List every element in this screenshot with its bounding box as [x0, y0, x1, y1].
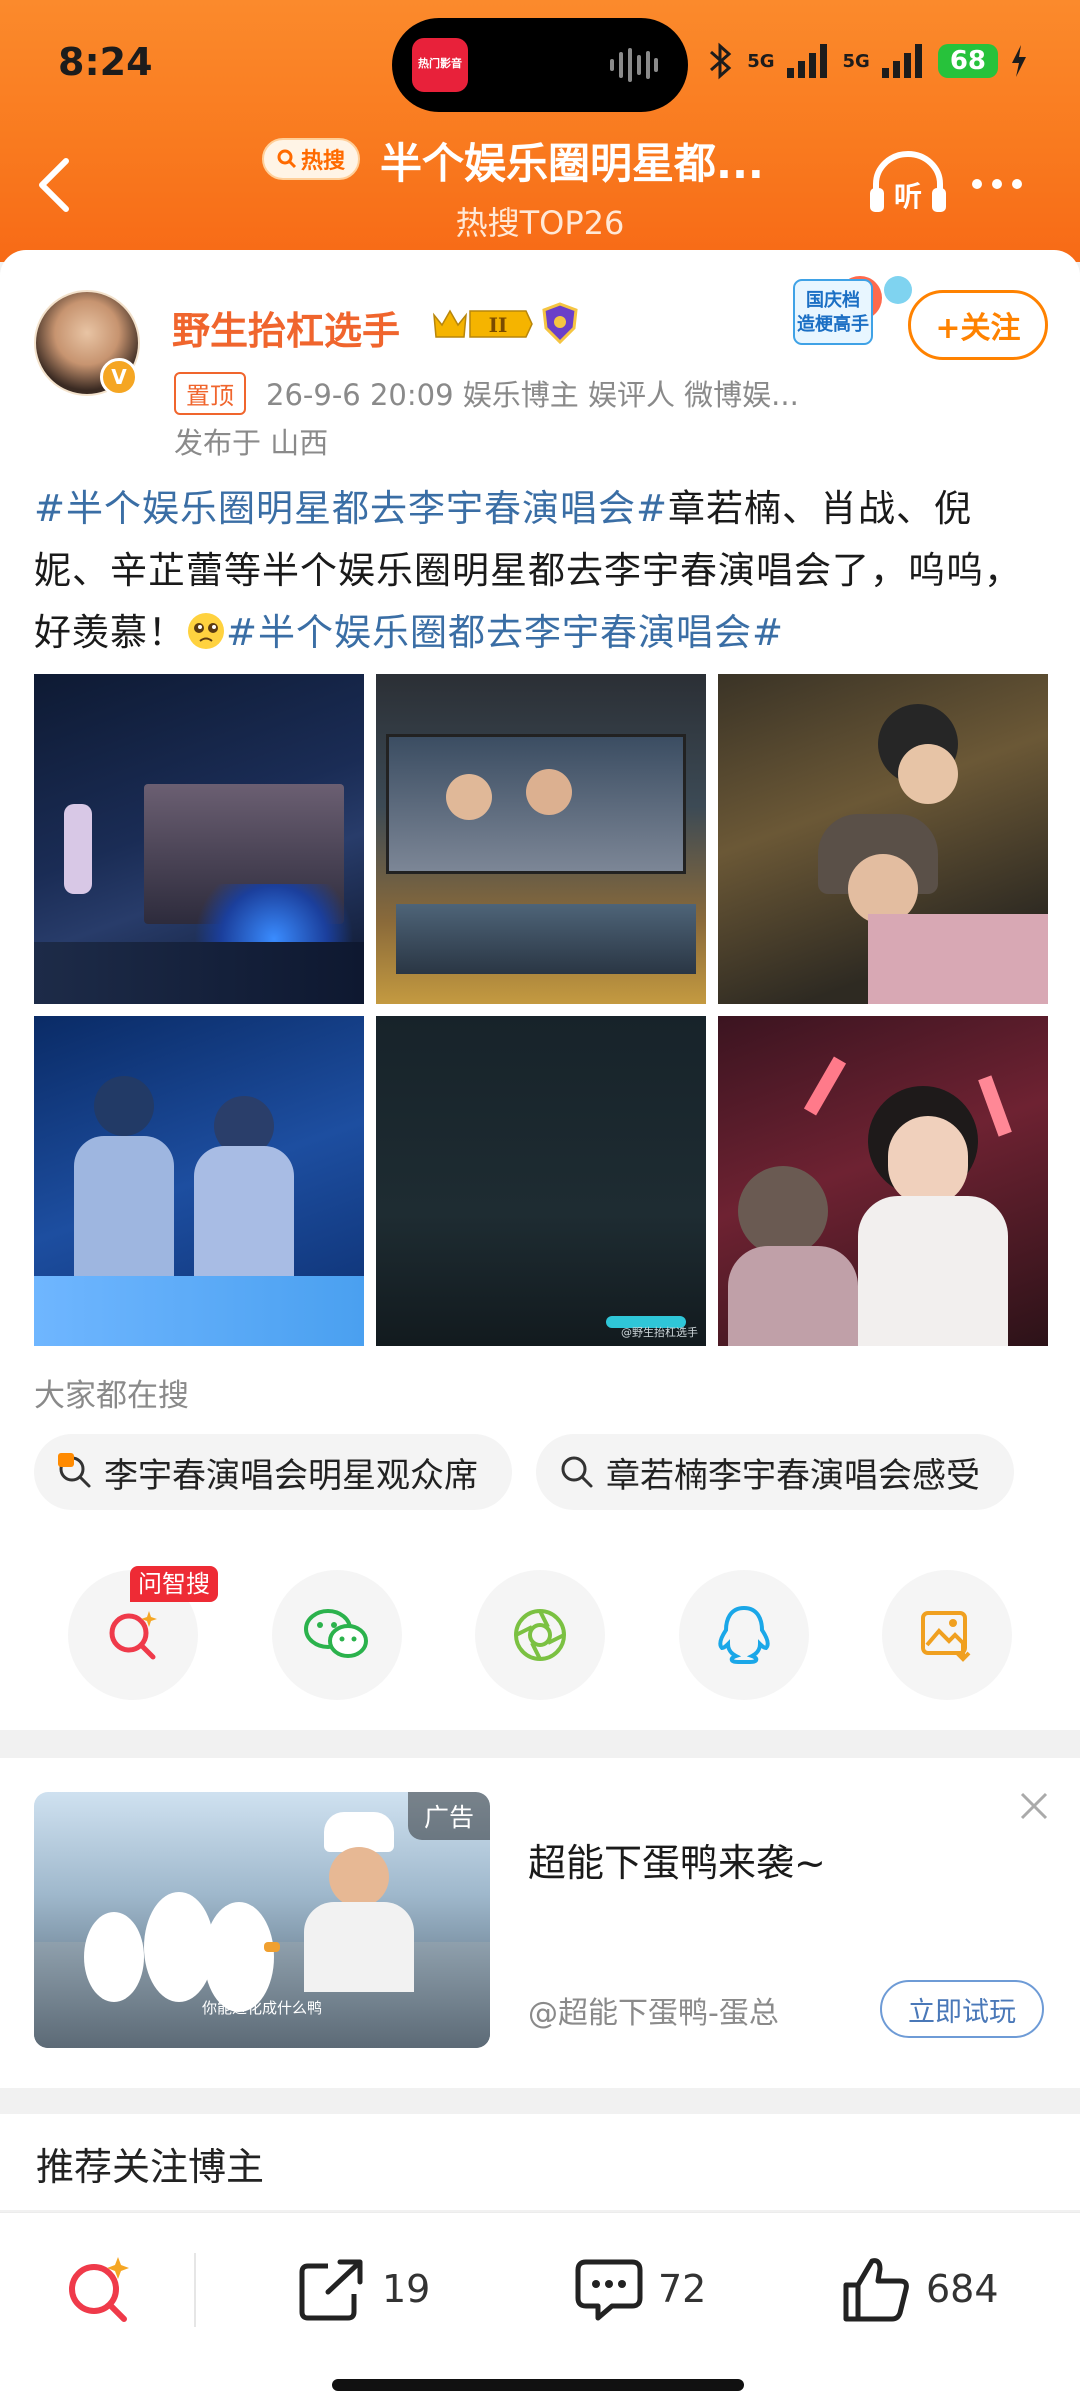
- save-image-button[interactable]: [882, 1570, 1012, 1700]
- recommend-section: 推荐关注博主: [0, 2114, 1080, 2210]
- teary-face-icon: [188, 613, 224, 649]
- signal-bars-icon: [786, 44, 827, 78]
- comment-count: 72: [658, 2267, 707, 2311]
- ad-tag: 广告: [407, 1792, 490, 1840]
- forward-button[interactable]: 19: [298, 2249, 430, 2329]
- qq-icon: [718, 1605, 770, 1664]
- charging-icon: [1012, 45, 1026, 77]
- concert-photo-2[interactable]: [376, 674, 706, 1004]
- signal-bars-icon: [881, 44, 922, 78]
- bottom-action-bar: 19 72 684: [0, 2212, 1080, 2403]
- search-icon: [561, 1456, 593, 1488]
- listen-label: 听: [894, 180, 922, 213]
- follow-button[interactable]: +关注: [908, 290, 1048, 360]
- hot-search-icon: [58, 1453, 91, 1488]
- forward-count: 19: [382, 2267, 431, 2311]
- ad-try-button[interactable]: 立即试玩: [880, 1980, 1044, 2038]
- hashtag-link[interactable]: #半个娱乐圈都去李宇春演唱会#: [226, 611, 784, 654]
- like-count: 684: [926, 2267, 999, 2311]
- status-time: 8:24: [58, 40, 153, 84]
- wechat-icon: [304, 1609, 368, 1658]
- ad-image[interactable]: 广告 你能进化成什么鸭: [34, 1792, 490, 2048]
- post-location: 发布于 山西: [174, 426, 329, 460]
- search-icon: [277, 149, 297, 169]
- like-button[interactable]: 684: [842, 2249, 999, 2329]
- everyone-searching-heading: 大家都在搜: [34, 1378, 189, 1414]
- ask-search-icon: [109, 1611, 157, 1660]
- share-qq-button[interactable]: [679, 1570, 809, 1700]
- island-app-label: 热门影音: [418, 57, 462, 70]
- chip-label: 李宇春演唱会明星观众席: [104, 1455, 478, 1496]
- search-suggestion-chip[interactable]: 李宇春演唱会明星观众席: [34, 1434, 512, 1510]
- moments-icon: [514, 1609, 566, 1661]
- concert-photo-6[interactable]: [718, 1016, 1048, 1346]
- page-title: 半个娱乐圈明星都...: [380, 139, 764, 188]
- comment-icon: [575, 2259, 643, 2321]
- forward-icon: [299, 2259, 363, 2321]
- close-icon[interactable]: [1016, 1788, 1052, 1824]
- post-meta: 26-9-6 20:09 娱乐博主 娱评人 微博娱...: [266, 378, 799, 412]
- concert-photo-1[interactable]: [34, 674, 364, 1004]
- recommend-title: 推荐关注博主: [36, 2145, 265, 2189]
- audio-wave-icon: [610, 48, 658, 82]
- author-name[interactable]: 野生抬杠选手: [172, 300, 400, 355]
- share-wechat-button[interactable]: [272, 1570, 402, 1700]
- save-image-icon: [921, 1611, 971, 1662]
- ad-card[interactable]: 广告 你能进化成什么鸭 超能下蛋鸭来袭~ @超能下蛋鸭-蛋总 立即试玩: [0, 1758, 1080, 2088]
- post-body: #半个娱乐圈明星都去李宇春演唱会#章若楠、肖战、倪妮、辛芷蕾等半个娱乐圈明星都去…: [34, 478, 1046, 664]
- more-options-icon[interactable]: [972, 156, 1042, 212]
- thumbs-up-icon: [843, 2258, 909, 2322]
- ad-title[interactable]: 超能下蛋鸭来袭~: [528, 1832, 826, 1887]
- concert-photo-5[interactable]: @野生抬杠选手: [376, 1016, 706, 1346]
- ad-caption: 你能进化成什么鸭: [202, 1999, 323, 2017]
- ai-search-icon[interactable]: [62, 2253, 136, 2327]
- signal-2-label: 5G: [842, 50, 870, 72]
- ask-search-badge: 问智搜: [130, 1566, 218, 1602]
- national-day-promo-badge[interactable]: 国庆档 造梗高手: [790, 270, 918, 350]
- crown-level-badge-icon: II: [433, 309, 533, 338]
- concert-photo-4[interactable]: [34, 1016, 364, 1346]
- concert-photo-3[interactable]: [718, 674, 1048, 1004]
- ad-source[interactable]: @超能下蛋鸭-蛋总: [528, 1988, 779, 2032]
- bluetooth-icon: [710, 42, 732, 80]
- signal-1-label: 5G: [747, 50, 775, 72]
- hashtag-link[interactable]: #半个娱乐圈明星都去李宇春演唱会#: [34, 487, 668, 530]
- hot-search-tag: 热搜: [262, 138, 360, 180]
- svg-text:造梗高手: 造梗高手: [797, 313, 869, 335]
- listen-headphones-icon[interactable]: 听: [868, 148, 948, 218]
- post-card: V 野生抬杠选手 II 国庆档 造梗高手 +关注 置顶 26-9-6 20:09…: [0, 250, 1080, 1730]
- verified-badge-icon: V: [100, 358, 138, 396]
- svg-text:国庆档: 国庆档: [806, 289, 860, 311]
- photo-grid: @野生抬杠选手: [34, 674, 1048, 1346]
- pinned-tag: 置顶: [174, 372, 246, 415]
- home-indicator: [332, 2379, 744, 2391]
- battery-level: 68: [937, 44, 998, 78]
- share-moments-button[interactable]: [475, 1570, 605, 1700]
- status-icons: 5G 5G 68: [705, 38, 1028, 84]
- music-app-icon: 热门影音: [412, 38, 468, 92]
- dynamic-island[interactable]: 热门影音: [392, 18, 688, 112]
- photo-watermark: @野生抬杠选手: [621, 1326, 698, 1339]
- level-badge-label: II: [489, 313, 508, 337]
- divider: [194, 2253, 196, 2327]
- top-header: 8:24 热门影音 5G 5G 68 热搜 半个娱乐圈明星都... 热搜TOP2…: [0, 0, 1080, 262]
- comment-button[interactable]: 72: [574, 2249, 706, 2329]
- shield-badge-icon: [542, 302, 578, 344]
- hot-tag-label: 热搜: [300, 149, 345, 174]
- chip-label: 章若楠李宇春演唱会感受: [606, 1455, 980, 1496]
- search-suggestion-chip[interactable]: 章若楠李宇春演唱会感受: [536, 1434, 1014, 1510]
